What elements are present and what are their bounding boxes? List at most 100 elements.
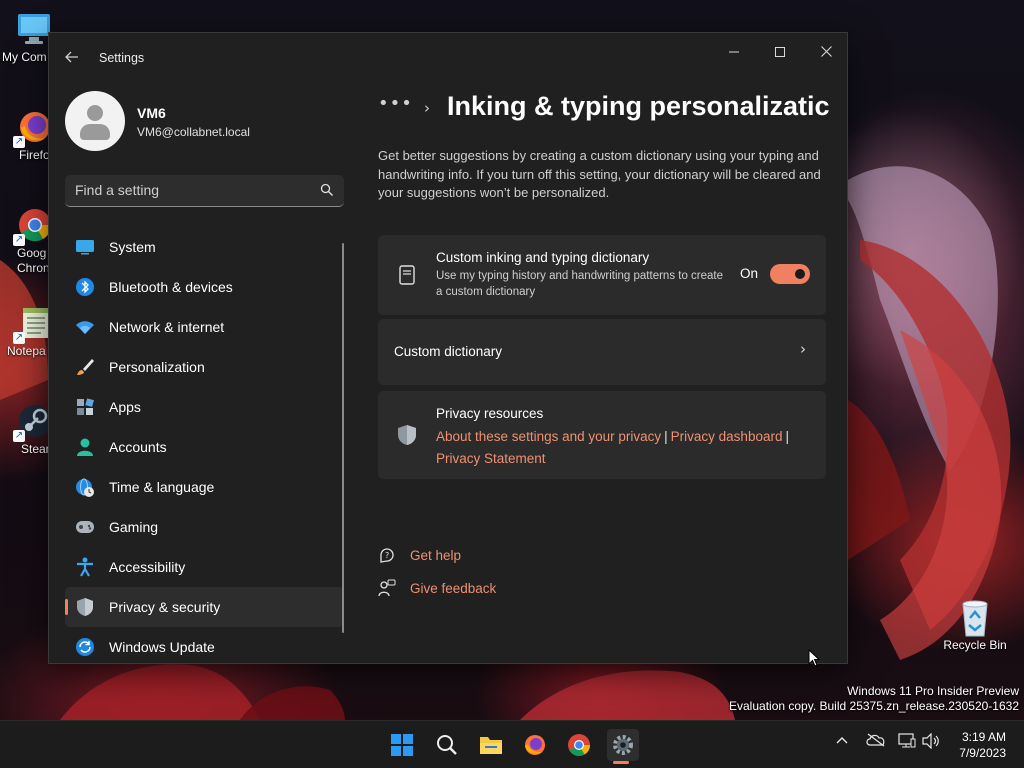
- network-icon: [75, 317, 95, 337]
- sidebar-item-windows-update[interactable]: Windows Update: [65, 627, 344, 667]
- sidebar-item-personalization[interactable]: Personalization: [65, 347, 344, 387]
- brush-icon: [75, 357, 95, 377]
- volume-icon: [922, 732, 939, 750]
- card-title: Privacy resources: [436, 406, 544, 421]
- link-about-settings-privacy[interactable]: About these settings and your privacy: [436, 429, 661, 444]
- sidebar-item-label: Apps: [109, 399, 141, 415]
- link-separator: |: [664, 429, 668, 444]
- active-indicator: [65, 599, 68, 615]
- shortcut-arrow-icon: ↗: [13, 136, 25, 148]
- sidebar-item-network-internet[interactable]: Network & internet: [65, 307, 344, 347]
- minimize-icon: [729, 51, 739, 53]
- sidebar-item-bluetooth-devices[interactable]: Bluetooth & devices: [65, 267, 344, 307]
- shortcut-arrow-icon: ↗: [13, 234, 25, 246]
- avatar: [65, 91, 125, 151]
- sidebar-item-label: Gaming: [109, 519, 159, 535]
- start-icon: [391, 734, 413, 756]
- give-feedback-label: Give feedback: [410, 580, 497, 596]
- link-privacy-dashboard[interactable]: Privacy dashboard: [671, 429, 783, 444]
- get-help-link[interactable]: ? Get help: [378, 544, 461, 566]
- tray-network-button[interactable]: [898, 733, 916, 753]
- svg-text:?: ?: [385, 551, 389, 560]
- settings-window: Settings VM6 VM6@collabnet.local System …: [48, 32, 848, 664]
- title-bar[interactable]: Settings: [49, 33, 847, 81]
- sidebar-nav: System Bluetooth & devices Network & int…: [65, 227, 344, 667]
- dictionary-toggle-switch[interactable]: [770, 264, 810, 284]
- sidebar-item-label: Accessibility: [109, 559, 186, 575]
- sidebar-item-label: Accounts: [109, 439, 167, 455]
- toggle-state-label: On: [739, 266, 758, 281]
- chevron-up-icon: [836, 737, 848, 744]
- search-input[interactable]: [65, 175, 305, 205]
- watermark-line: Evaluation copy. Build 25375.zn_release.…: [729, 699, 1019, 713]
- accounts-icon: [75, 437, 95, 457]
- sidebar-item-gaming[interactable]: Gaming: [65, 507, 344, 547]
- page-description: Get better suggestions by creating a cus…: [378, 148, 821, 200]
- search-box[interactable]: [65, 175, 344, 207]
- card-subtitle: Use my typing history and handwriting pa…: [436, 270, 724, 298]
- sidebar-item-label: System: [109, 239, 156, 255]
- tray-volume-button[interactable]: [922, 732, 940, 753]
- close-button[interactable]: [803, 37, 849, 69]
- sidebar-item-label: Time & language: [109, 479, 215, 495]
- sidebar-item-time-language[interactable]: Time & language: [65, 467, 344, 507]
- sidebar-scrollbar[interactable]: [342, 243, 344, 633]
- sidebar-item-label: Privacy & security: [109, 599, 221, 615]
- cloud-off-icon: [866, 733, 885, 747]
- taskbar-search-button[interactable]: [431, 729, 463, 761]
- link-privacy-statement[interactable]: Privacy Statement: [436, 451, 546, 466]
- breadcrumb-overflow-button[interactable]: •••: [378, 93, 413, 114]
- taskbar-chrome[interactable]: [563, 729, 595, 761]
- custom-dictionary-toggle-card: Custom inking and typing dictionary Use …: [378, 235, 826, 315]
- sidebar-item-system[interactable]: System: [65, 227, 344, 267]
- user-name: VM6: [137, 105, 166, 121]
- tray-overflow-button[interactable]: [836, 733, 848, 748]
- get-help-label: Get help: [410, 547, 462, 563]
- chrome-icon: [568, 734, 590, 756]
- back-button[interactable]: [59, 47, 85, 69]
- shortcut-arrow-icon: ↗: [13, 430, 25, 442]
- page-title: Inking & typing personalizatic: [447, 91, 830, 121]
- sidebar-item-privacy-security[interactable]: Privacy & security: [65, 587, 344, 627]
- recycle-bin-icon: [956, 598, 994, 637]
- give-feedback-link[interactable]: Give feedback: [378, 577, 496, 599]
- maximize-button[interactable]: [757, 37, 803, 69]
- tray-onedrive-button[interactable]: [866, 733, 886, 751]
- network-wired-icon: [898, 733, 916, 748]
- sidebar-item-label: Windows Update: [109, 639, 215, 655]
- sidebar-item-accounts[interactable]: Accounts: [65, 427, 344, 467]
- start-button[interactable]: [386, 729, 418, 761]
- privacy-links: About these settings and your privacy | Pr…: [436, 425, 816, 469]
- taskbar-settings[interactable]: [607, 729, 639, 761]
- taskbar: 3:19 AM 7/9/2023: [0, 720, 1024, 768]
- get-help-icon: ?: [380, 548, 394, 563]
- file-explorer-icon: [480, 737, 502, 754]
- feedback-icon: [378, 579, 396, 597]
- accessibility-icon: [75, 557, 95, 577]
- chevron-right-icon: ›: [424, 99, 430, 117]
- clock-time: 3:19 AM: [961, 730, 1006, 744]
- desktop-icon-label-line: Chron: [17, 261, 50, 275]
- shield-icon: [75, 597, 95, 617]
- maximize-icon: [775, 47, 785, 57]
- apps-icon: [75, 397, 95, 417]
- taskbar-file-explorer[interactable]: [475, 729, 507, 761]
- sidebar-item-apps[interactable]: Apps: [65, 387, 344, 427]
- custom-dictionary-button[interactable]: Custom dictionary ›: [378, 319, 826, 385]
- search-icon[interactable]: [320, 183, 334, 197]
- toggle-knob: [795, 269, 805, 279]
- sidebar-item-label: Personalization: [109, 359, 205, 375]
- back-arrow-icon: [65, 51, 78, 63]
- os-watermark: Windows 11 Pro Insider Preview Evaluatio…: [729, 684, 1019, 714]
- taskbar-firefox[interactable]: [519, 729, 551, 761]
- desktop-icon-recycle-bin[interactable]: Recycle Bin: [940, 598, 1010, 652]
- taskbar-clock[interactable]: 3:19 AM 7/9/2023: [959, 729, 1006, 761]
- minimize-button[interactable]: [711, 37, 757, 69]
- system-icon: [75, 237, 95, 257]
- search-icon: [437, 735, 457, 755]
- gamepad-icon: [75, 517, 95, 537]
- card-title: Custom inking and typing dictionary: [436, 250, 650, 265]
- mouse-cursor-icon: [808, 649, 820, 667]
- sidebar-item-accessibility[interactable]: Accessibility: [65, 547, 344, 587]
- dictionary-icon: [399, 265, 415, 285]
